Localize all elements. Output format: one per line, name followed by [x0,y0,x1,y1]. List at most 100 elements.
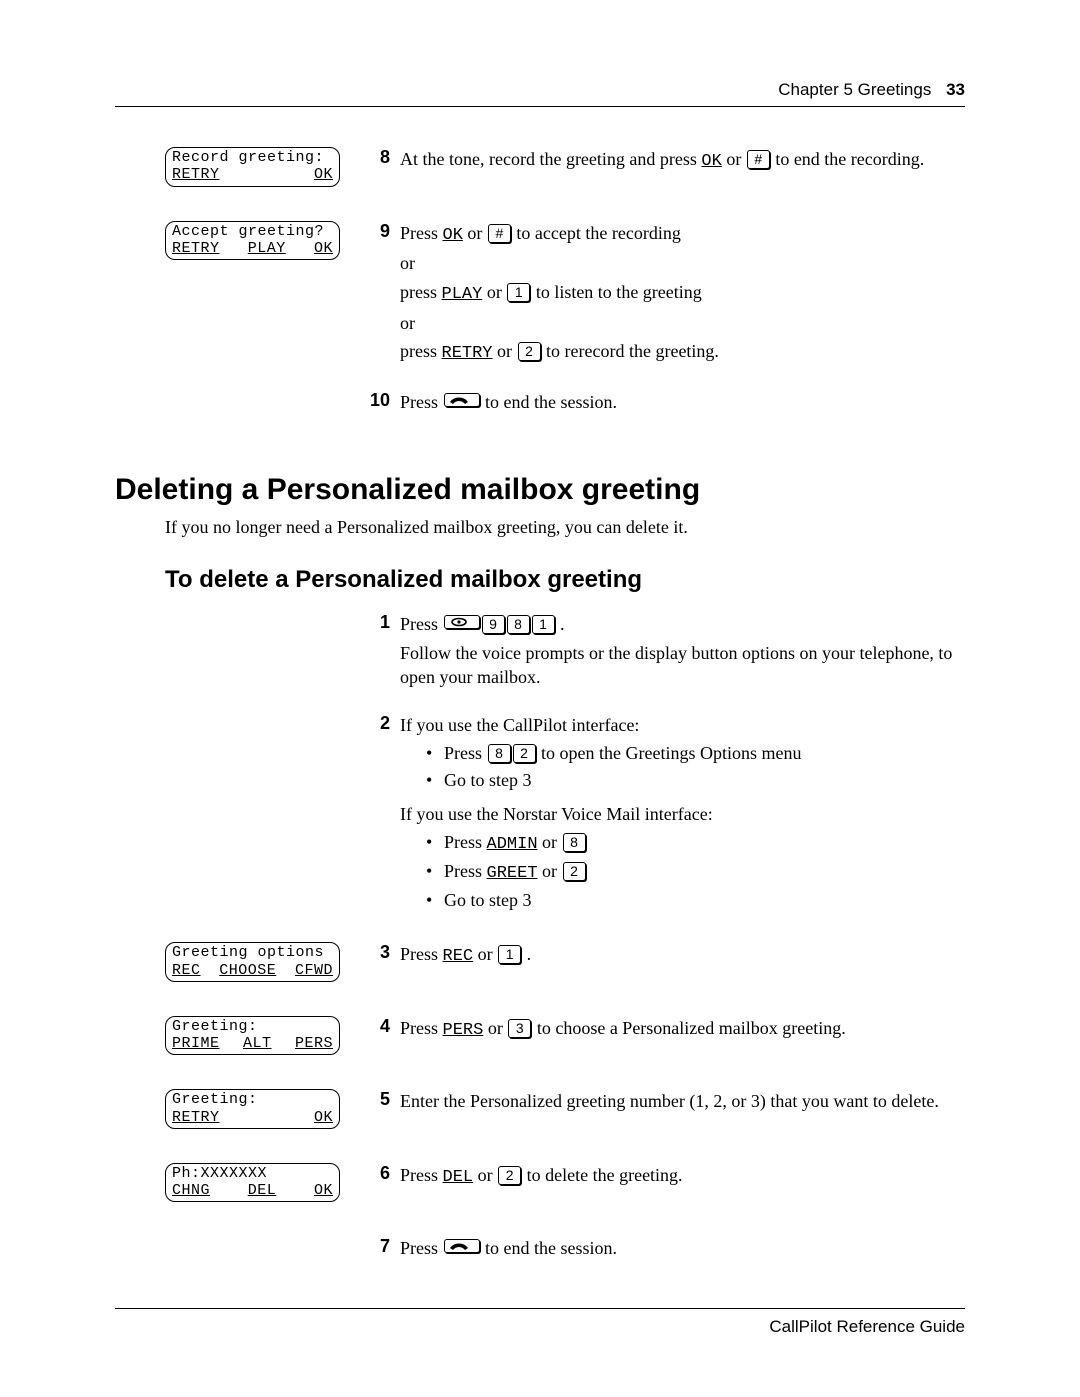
feature-key-icon [444,615,480,629]
text: Enter the Personalized greeting number (… [400,1089,965,1113]
step-text: Press PERS or 3 to choose a Personalized… [400,1016,965,1047]
bullet: Go to step 3 [426,768,965,792]
softkey-greet-inline: GREET [487,864,538,883]
text: Follow the voice prompts or the display … [400,641,965,690]
step-number: 2 [362,713,390,734]
text: Press [444,743,487,763]
text: or [538,861,562,881]
lcd-greeting-retry: Greeting: RETRY X OK [165,1089,340,1129]
step-text: Press DEL or 2 to delete the greeting. [400,1163,965,1194]
softkey-ok: OK [314,240,333,257]
text: . [556,614,565,634]
step-text: At the tone, record the greeting and pre… [400,147,965,178]
step-number: 8 [362,147,390,168]
key-8: 8 [488,744,511,763]
step-number: 4 [362,1016,390,1037]
softkey-play-inline: PLAY [442,285,483,304]
lcd-line1: Ph:XXXXXXX [172,1165,333,1182]
step-4: Greeting: PRIME ALT PERS 4 Press PERS or… [165,1016,965,1070]
recording-steps: Record greeting: RETRY X OK 8 At the ton… [165,147,965,418]
chapter-label: Chapter 5 Greetings [778,80,931,99]
text: press [400,282,442,302]
softkey-cfwd: CFWD [295,962,333,979]
step-text: Press REC or 1 . [400,942,965,973]
step-9: Accept greeting? RETRY PLAY OK 9 Press O… [165,221,965,370]
hangup-key-icon [444,393,480,407]
text: Press [400,223,443,243]
text: Press [400,1238,443,1258]
text: Press [400,944,443,964]
key-3: 3 [508,1019,531,1038]
text: Press [444,832,487,852]
softkey-ok: OK [314,1109,333,1126]
text: to listen to the greeting [531,282,701,302]
section-intro: If you no longer need a Personalized mai… [165,517,965,538]
text: or [473,1165,497,1185]
text: or [482,282,506,302]
step-8: Record greeting: RETRY X OK 8 At the ton… [165,147,965,201]
lcd-line1: Record greeting: [172,149,333,166]
softkey-ok-inline: OK [443,226,463,245]
subsection-heading-to-delete: To delete a Personalized mailbox greetin… [165,566,965,594]
key-9: 9 [482,615,505,634]
text: Press [400,1165,443,1185]
softkey-rec-inline: REC [443,947,474,966]
page-header: Chapter 5 Greetings 33 [115,80,965,107]
key-1: 1 [532,615,555,634]
step-7: 7 Press to end the session. [165,1236,965,1264]
softkey-ok: OK [314,1182,333,1199]
document-page: Chapter 5 Greetings 33 Record greeting: … [0,0,1080,1397]
lcd-record-greeting: Record greeting: RETRY X OK [165,147,340,187]
text: or [538,832,562,852]
step-3: Greeting options REC CHOOSE CFWD 3 Press… [165,942,965,996]
lcd-line1: Greeting options [172,944,333,961]
text: or [400,311,965,335]
page-footer: CallPilot Reference Guide [115,1308,965,1337]
step-text: If you use the CallPilot interface: Pres… [400,713,965,922]
key-8: 8 [563,833,586,852]
softkey-alt: ALT [243,1035,272,1052]
step-number: 7 [362,1236,390,1257]
text: At the tone, record the greeting and pre… [400,149,701,169]
text: press [400,341,442,361]
key-2: 2 [513,744,536,763]
step-5: Greeting: RETRY X OK 5 Enter the Persona… [165,1089,965,1143]
key-hash: # [488,224,511,243]
step-text: Press 981 . Follow the voice prompts or … [400,612,965,693]
bullet: Press ADMIN or 8 [426,830,965,857]
text: . [522,944,531,964]
softkey-retry: RETRY [172,240,220,257]
softkey-del-inline: DEL [443,1168,474,1187]
step-text: Press to end the session. [400,1236,965,1264]
step-6: Ph:XXXXXXX CHNG DEL OK 6 Press DEL or 2 … [165,1163,965,1217]
lcd-line1: Greeting: [172,1018,333,1035]
softkey-retry-inline: RETRY [442,344,493,363]
step-2: 2 If you use the CallPilot interface: Pr… [165,713,965,922]
step-number: 6 [362,1163,390,1184]
bullet: Go to step 3 [426,888,965,912]
text: or [463,223,487,243]
key-1: 1 [507,283,530,302]
footer-text: CallPilot Reference Guide [769,1317,965,1336]
softkey-choose: CHOOSE [219,962,276,979]
step-number: 9 [362,221,390,242]
step-number: 10 [362,390,390,411]
softkey-play: PLAY [248,240,286,257]
softkey-ok: OK [314,166,333,183]
delete-steps: 1 Press 981 . Follow the voice prompts o… [165,612,965,1265]
key-2: 2 [498,1166,521,1185]
softkey-chng: CHNG [172,1182,210,1199]
text: Press [400,392,443,412]
key-hash: # [747,150,770,169]
page-number: 33 [946,80,965,99]
lcd-greeting-options: Greeting options REC CHOOSE CFWD [165,942,340,982]
bullet: Press GREET or 2 [426,859,965,886]
text: If you use the CallPilot interface: [400,713,965,737]
text: to choose a Personalized mailbox greetin… [532,1018,845,1038]
softkey-retry: RETRY [172,166,220,183]
text: to rerecord the greeting. [542,341,719,361]
lcd-phone: Ph:XXXXXXX CHNG DEL OK [165,1163,340,1203]
softkey-pers-inline: PERS [443,1021,484,1040]
text: or [473,944,497,964]
key-8: 8 [507,615,530,634]
